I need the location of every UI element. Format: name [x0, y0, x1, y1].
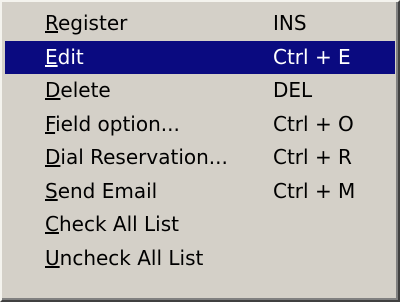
menu-item-label: Uncheck All List: [45, 245, 204, 270]
menu-item-edit[interactable]: Edit Ctrl + E: [5, 40, 395, 74]
menu-item-uncheck-all-list[interactable]: Uncheck All List: [5, 242, 395, 276]
menu-item-label: Edit: [45, 44, 84, 69]
menu-item-delete[interactable]: Delete DEL: [5, 74, 395, 108]
menu-item-shortcut: Ctrl + E: [273, 44, 351, 69]
menu-item-label: Check All List: [45, 212, 179, 236]
menu-item-shortcut: Ctrl + R: [273, 145, 352, 169]
menu-item-shortcut: Ctrl + O: [273, 111, 354, 136]
menu-item-shortcut: DEL: [273, 78, 313, 102]
menu-item-shortcut: Ctrl + M: [273, 178, 356, 203]
menu-item-check-all-list[interactable]: Check All List: [5, 208, 395, 242]
menu-item-dial-reservation[interactable]: Dial Reservation... Ctrl + R: [5, 141, 395, 175]
menu-item-label: Delete: [45, 78, 111, 102]
menu-item-label: Dial Reservation...: [45, 145, 228, 169]
menu-item-label: Register: [45, 11, 128, 35]
menu-item-register[interactable]: Register INS: [5, 7, 395, 41]
context-menu: Register INS Edit Ctrl + E Delete DEL Fi…: [0, 0, 400, 302]
menu-item-label: Field option...: [45, 111, 180, 136]
menu-item-send-email[interactable]: Send Email Ctrl + M: [5, 175, 395, 209]
menu-item-field-option[interactable]: Field option... Ctrl + O: [5, 108, 395, 142]
menu-item-shortcut: INS: [273, 11, 307, 35]
menu-item-label: Send Email: [45, 178, 158, 203]
